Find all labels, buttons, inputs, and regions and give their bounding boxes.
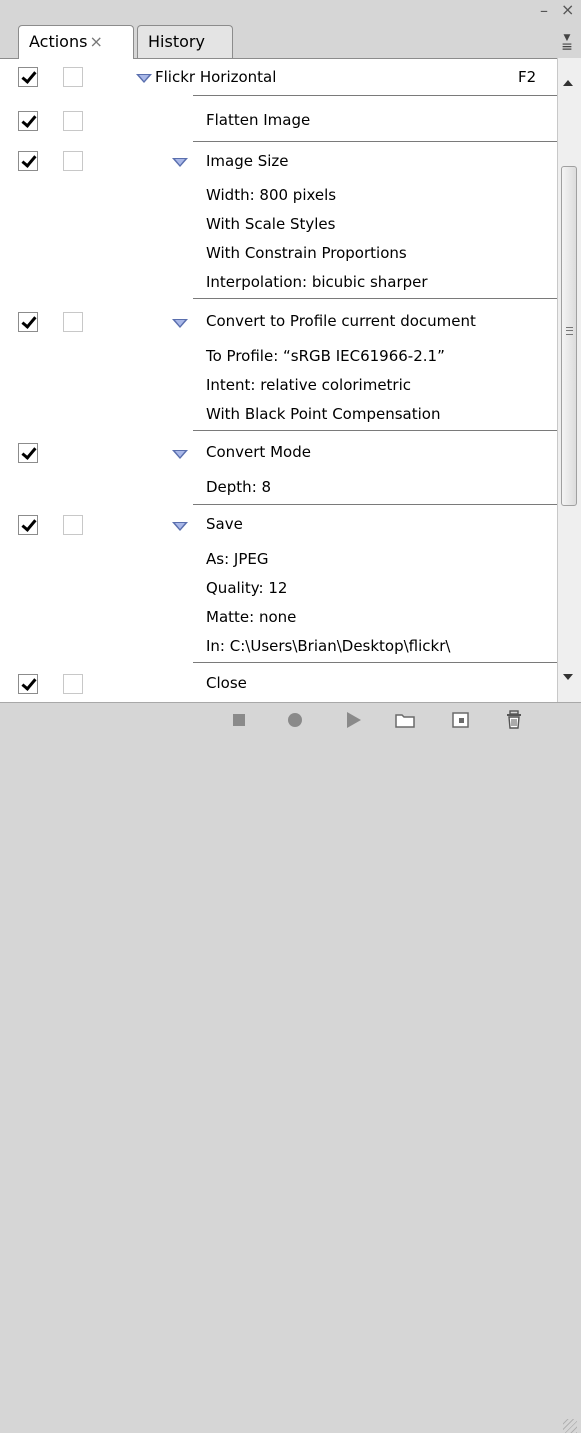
step-save[interactable]: Save (206, 515, 243, 533)
trash-icon (507, 710, 521, 729)
step-convert-mode[interactable]: Convert Mode (206, 443, 311, 461)
step-detail: With Constrain Proportions (206, 244, 407, 262)
toggle-checkbox-flatten[interactable] (18, 111, 38, 131)
delete-button[interactable] (503, 709, 525, 731)
row-divider (193, 430, 557, 431)
toggle-checkbox-convert-mode[interactable] (18, 443, 38, 463)
panel-menu-button[interactable]: ▼ ≡ (556, 34, 578, 55)
step-detail: Matte: none (206, 608, 297, 626)
dialog-toggle-flatten[interactable] (63, 111, 83, 131)
close-panel-button[interactable]: × (561, 2, 574, 18)
step-detail: Intent: relative colorimetric (206, 376, 412, 394)
stop-button[interactable] (228, 709, 250, 731)
scroll-thumb[interactable] (561, 166, 577, 506)
play-icon (347, 712, 361, 728)
row-divider (193, 298, 557, 299)
step-detail: With Scale Styles (206, 215, 336, 233)
tab-history-label: History (148, 32, 205, 51)
stop-icon (233, 714, 245, 726)
scroll-up-icon[interactable] (563, 80, 573, 86)
step-detail: Quality: 12 (206, 579, 288, 597)
dialog-toggle-close[interactable] (63, 674, 83, 694)
step-detail: In: C:\Users\Brian\Desktop\flickr\ (206, 637, 451, 655)
row-divider (193, 141, 557, 142)
toggle-checkbox-convert-profile[interactable] (18, 312, 38, 332)
row-divider (193, 504, 557, 505)
toggle-checkbox-action[interactable] (18, 67, 38, 87)
new-action-button[interactable] (450, 709, 472, 731)
expand-triangle-icon[interactable] (172, 319, 188, 328)
play-button[interactable] (342, 709, 364, 731)
actions-panel: – × Actions × History ▼ ≡ Flickr Horizont… (0, 0, 581, 1433)
vertical-scrollbar[interactable] (557, 58, 581, 702)
step-detail: Interpolation: bicubic sharper (206, 273, 428, 291)
action-name[interactable]: Flickr Horizontal (155, 68, 276, 86)
toggle-checkbox-image-size[interactable] (18, 151, 38, 171)
step-detail: With Black Point Compensation (206, 405, 441, 423)
row-divider (193, 662, 557, 663)
toggle-checkbox-close[interactable] (18, 674, 38, 694)
tab-actions-label: Actions (29, 32, 88, 51)
expand-triangle-icon[interactable] (172, 158, 188, 167)
new-action-icon (452, 712, 469, 728)
step-image-size[interactable]: Image Size (206, 152, 289, 170)
action-shortcut: F2 (518, 68, 537, 86)
menu-lines-icon: ≡ (561, 39, 573, 55)
dialog-toggle-image-size[interactable] (63, 151, 83, 171)
minimize-button[interactable]: – (540, 3, 548, 19)
step-detail: As: JPEG (206, 550, 269, 568)
step-flatten-image[interactable]: Flatten Image (206, 111, 310, 129)
expand-triangle-icon[interactable] (172, 522, 188, 531)
step-detail: To Profile: “sRGB IEC61966-2.1” (206, 347, 445, 365)
toggle-checkbox-save[interactable] (18, 515, 38, 535)
actions-toolbar (0, 702, 581, 1433)
step-close[interactable]: Close (206, 674, 247, 692)
expand-triangle-icon[interactable] (172, 450, 188, 459)
step-detail: Depth: 8 (206, 478, 272, 496)
scroll-down-icon[interactable] (563, 674, 573, 680)
step-convert-profile[interactable]: Convert to Profile current document (206, 312, 476, 330)
folder-icon (395, 714, 415, 728)
record-icon (288, 713, 302, 727)
dialog-toggle-action[interactable] (63, 67, 83, 87)
panel-titlebar: – × Actions × History ▼ ≡ (0, 0, 581, 59)
resize-grip-icon[interactable] (563, 1419, 577, 1433)
expand-triangle-icon[interactable] (136, 74, 152, 83)
dialog-toggle-save[interactable] (63, 515, 83, 535)
tab-history[interactable]: History (137, 25, 233, 58)
grip-icon (566, 327, 573, 335)
row-divider (193, 95, 557, 96)
tab-actions[interactable]: Actions × (18, 25, 134, 59)
tab-close-icon[interactable]: × (89, 32, 102, 51)
step-detail: Width: 800 pixels (206, 186, 337, 204)
dialog-toggle-convert-profile[interactable] (63, 312, 83, 332)
new-set-button[interactable] (394, 709, 416, 731)
record-button[interactable] (284, 709, 306, 731)
